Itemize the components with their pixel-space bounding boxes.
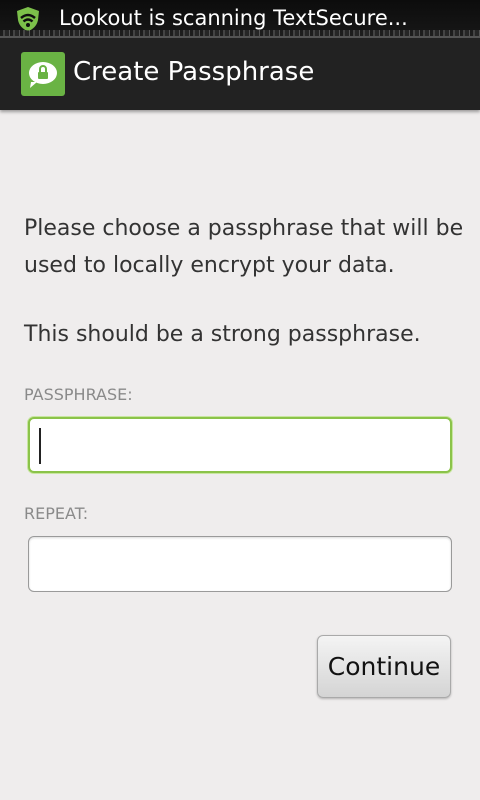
passphrase-input[interactable]: [28, 417, 452, 473]
status-notification-text: Lookout is scanning TextSecure...: [59, 6, 408, 30]
lookout-shield-icon: [17, 7, 39, 31]
passphrase-label: PASSPHRASE:: [24, 385, 133, 404]
text-caret: [39, 428, 41, 464]
action-bar: Create Passphrase: [0, 38, 480, 110]
strength-note: This should be a strong passphrase.: [24, 322, 421, 347]
page-title: Create Passphrase: [73, 57, 315, 87]
textsecure-lock-bubble-icon: [21, 52, 65, 96]
continue-button[interactable]: Continue: [317, 635, 451, 698]
status-bar: Lookout is scanning TextSecure...: [0, 0, 480, 38]
intro-text: Please choose a passphrase that will be …: [24, 216, 464, 278]
repeat-label: REPEAT:: [24, 504, 89, 523]
repeat-passphrase-input[interactable]: [28, 536, 452, 592]
